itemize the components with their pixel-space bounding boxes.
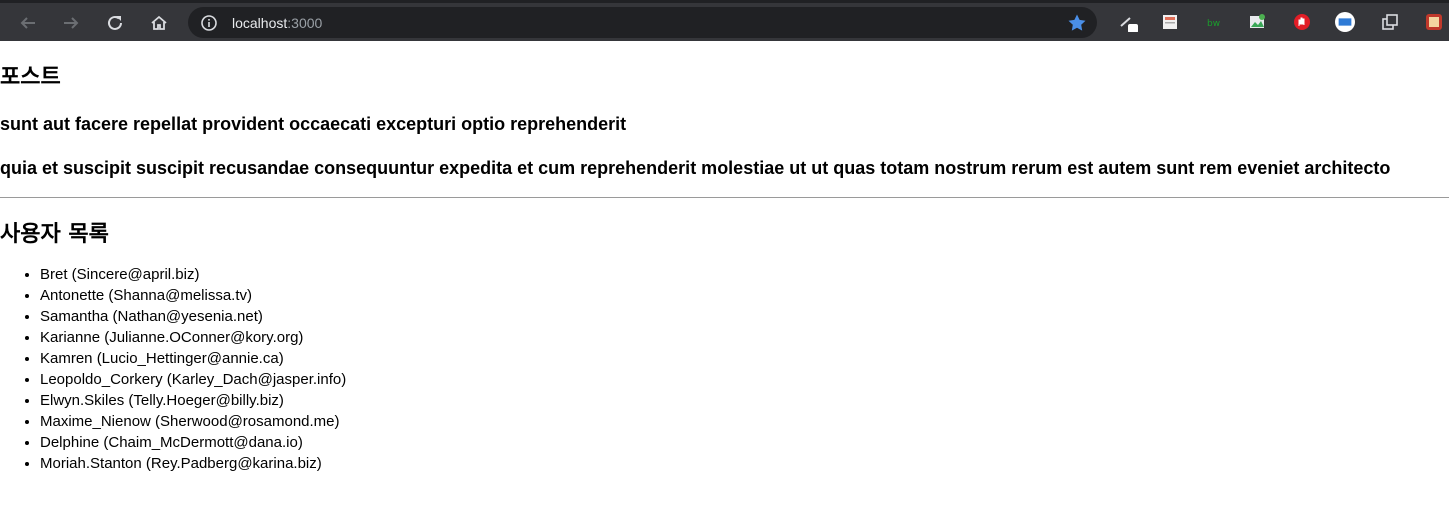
extension-note-icon[interactable] [1160, 12, 1180, 32]
reload-button[interactable] [102, 10, 128, 36]
user-list: Bret (Sincere@april.biz) Antonette (Shan… [0, 264, 1449, 474]
home-button[interactable] [146, 10, 172, 36]
svg-text:bw: bw [1207, 19, 1220, 29]
reload-icon [108, 15, 122, 30]
address-bar[interactable]: localhost:3000 [188, 7, 1097, 38]
info-icon[interactable] [200, 14, 218, 32]
user-list-item: Bret (Sincere@april.biz) [40, 264, 1449, 285]
bookmark-star-icon[interactable] [1067, 13, 1087, 33]
home-icon [151, 15, 167, 30]
user-list-item: Samantha (Nathan@yesenia.net) [40, 306, 1449, 327]
arrow-right-icon [64, 17, 79, 29]
extension-green-icon[interactable]: bw [1204, 12, 1224, 32]
user-list-item: Karianne (Julianne.OConner@kory.org) [40, 327, 1449, 348]
user-list-item: Kamren (Lucio_Hettinger@annie.ca) [40, 348, 1449, 369]
url-host: localhost [232, 15, 288, 31]
user-list-item: Leopoldo_Corkery (Karley_Dach@jasper.inf… [40, 369, 1449, 390]
user-list-item: Moriah.Stanton (Rey.Padberg@karina.biz) [40, 453, 1449, 474]
user-list-item: Elwyn.Skiles (Telly.Hoeger@billy.biz) [40, 390, 1449, 411]
extension-windows-icon[interactable] [1380, 12, 1400, 32]
url-text: localhost:3000 [232, 15, 322, 31]
extension-adblock-icon[interactable] [1292, 12, 1312, 32]
post-body: quia et suscipit suscipit recusandae con… [0, 158, 1391, 178]
browser-toolbar: localhost:3000 bw [0, 0, 1449, 41]
users-section-heading: 사용자 목록 [0, 222, 109, 247]
page-content: 포스트 sunt aut facere repellat provident o… [0, 65, 1449, 474]
user-list-item: Delphine (Chaim_McDermott@dana.io) [40, 432, 1449, 453]
user-list-item: Maxime_Nienow (Sherwood@rosamond.me) [40, 411, 1449, 432]
forward-button[interactable] [58, 10, 84, 36]
back-button[interactable] [15, 10, 41, 36]
arrow-left-icon [20, 17, 35, 29]
post-section-heading: 포스트 [0, 65, 61, 90]
extension-image-icon[interactable] [1248, 12, 1268, 32]
url-port: :3000 [287, 15, 323, 31]
extension-pen-icon[interactable] [1118, 12, 1138, 32]
post-title: sunt aut facere repellat provident occae… [0, 114, 627, 134]
extension-red-icon[interactable] [1424, 12, 1444, 32]
section-divider [0, 197, 1449, 198]
extension-profile-icon[interactable] [1335, 12, 1355, 32]
user-list-item: Antonette (Shanna@melissa.tv) [40, 285, 1449, 306]
